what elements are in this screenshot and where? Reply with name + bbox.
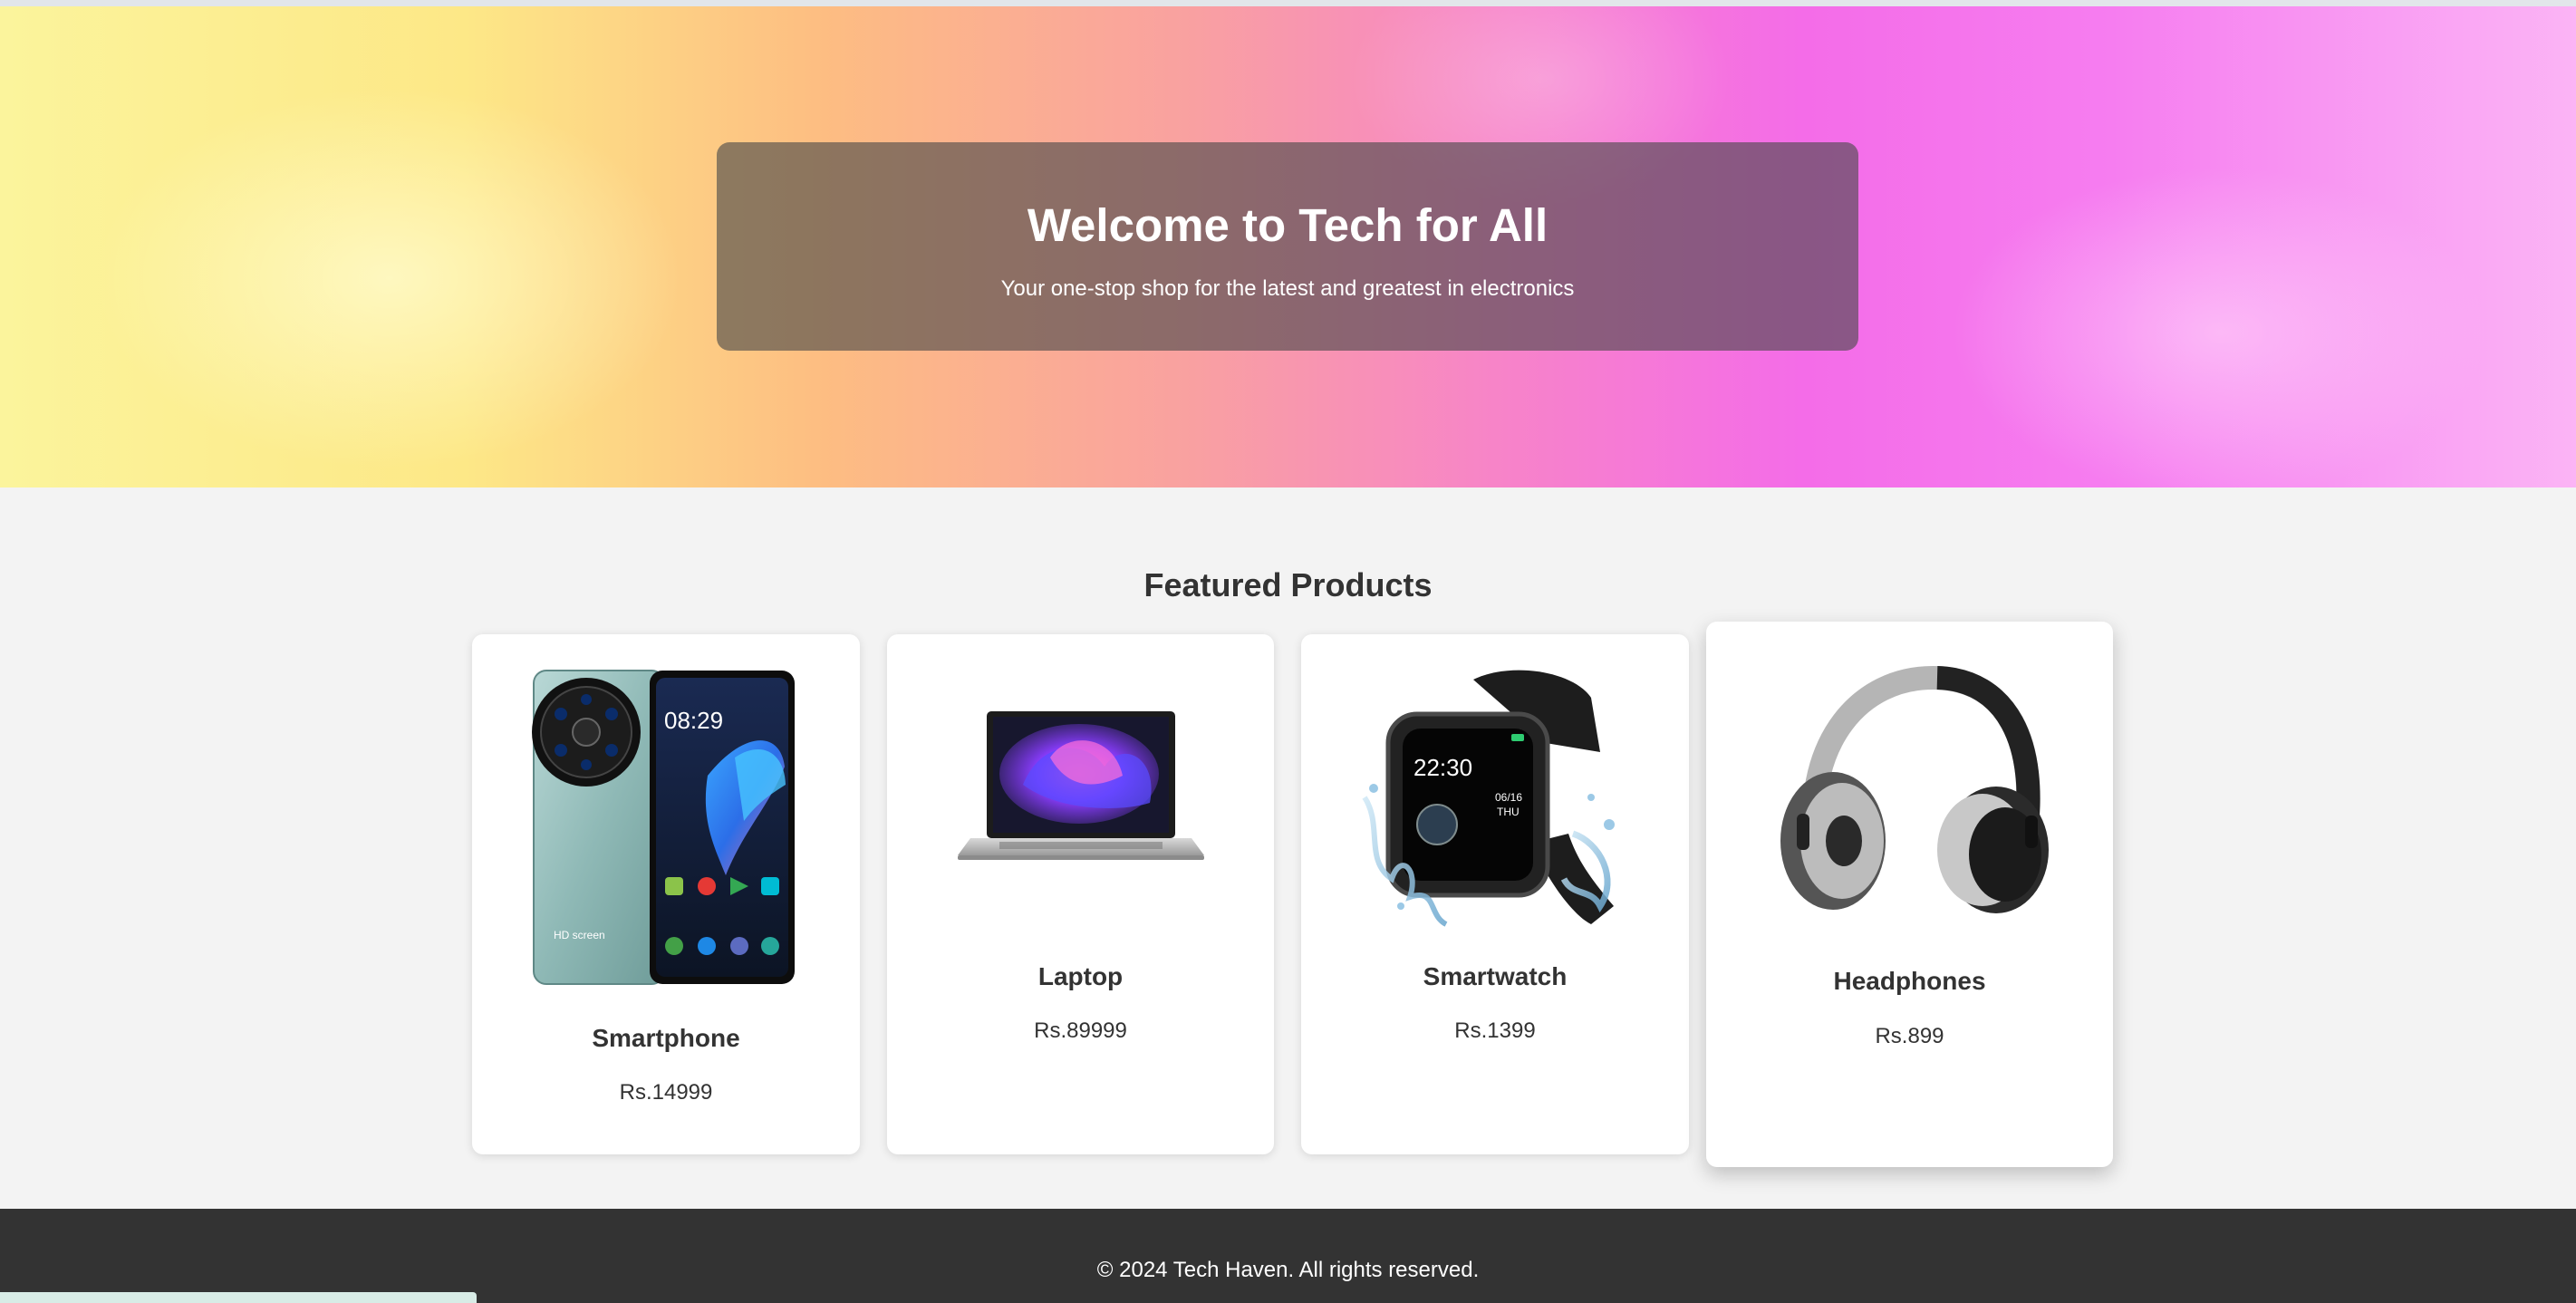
top-divider bbox=[0, 0, 2576, 6]
bottom-popup-strip[interactable] bbox=[0, 1292, 477, 1303]
product-price: Rs.1399 bbox=[1454, 1018, 1536, 1043]
product-card-smartwatch[interactable]: 22:30 06/16 THU Smartwatch Rs.1399 bbox=[1301, 634, 1689, 1154]
hero-title: Welcome to Tech for All bbox=[1027, 199, 1548, 251]
product-name: Smartphone bbox=[592, 1024, 740, 1052]
hd-screen-label: HD screen bbox=[554, 929, 605, 941]
product-name: Laptop bbox=[1037, 962, 1124, 990]
watch-date: 06/16 bbox=[1495, 791, 1522, 804]
product-name: Headphones bbox=[1833, 967, 1986, 995]
product-price: Rs.14999 bbox=[619, 1080, 713, 1105]
product-card-laptop[interactable]: Laptop Rs.89999 bbox=[887, 634, 1274, 1154]
product-price: Rs.89999 bbox=[1034, 1018, 1127, 1043]
headphones-image bbox=[1780, 665, 2049, 913]
site-footer: © 2024 Tech Haven. All rights reserved. bbox=[0, 1209, 2576, 1303]
phone-clock: 08:29 bbox=[664, 707, 723, 734]
footer-copyright: © 2024 Tech Haven. All rights reserved. bbox=[1096, 1258, 1480, 1282]
hero-subtitle: Your one-stop shop for the latest and gr… bbox=[1000, 276, 1575, 301]
smartphone-image: HD screen 08:29 bbox=[532, 670, 795, 985]
product-price: Rs.899 bbox=[1875, 1024, 1944, 1048]
product-name: Smartwatch bbox=[1423, 962, 1568, 990]
watch-day: THU bbox=[1497, 806, 1520, 818]
hero-banner: Welcome to Tech for All Your one-stop sh… bbox=[0, 6, 2576, 487]
watch-clock: 22:30 bbox=[1413, 754, 1472, 781]
product-card-headphones[interactable]: Headphones Rs.899 bbox=[1706, 622, 2113, 1167]
laptop-image bbox=[958, 711, 1204, 860]
hero-card: Welcome to Tech for All Your one-stop sh… bbox=[717, 142, 1858, 351]
product-card-smartphone[interactable]: HD screen 08:29 Smartphone Rs.14999 bbox=[472, 634, 860, 1154]
featured-products-title: Featured Products bbox=[1143, 566, 1433, 603]
smartwatch-image: 22:30 06/16 THU bbox=[1362, 670, 1615, 927]
